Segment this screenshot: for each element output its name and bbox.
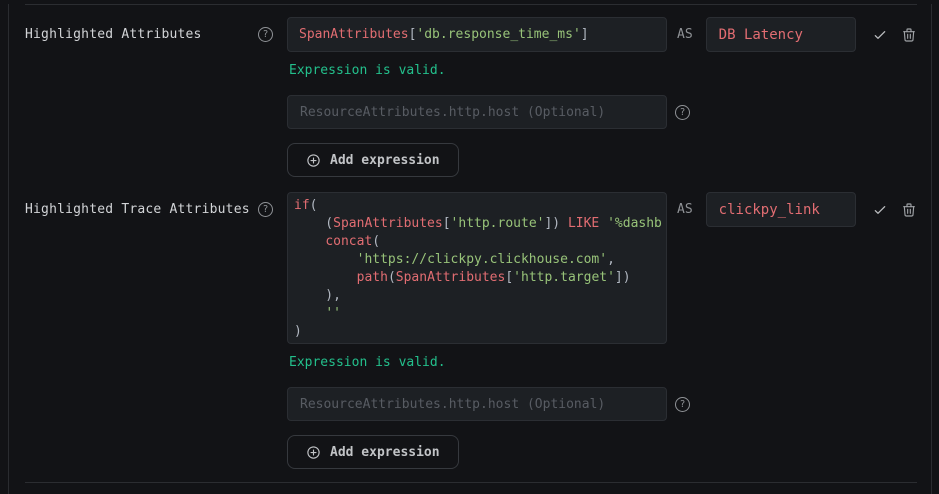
- add-expression-label: Add expression: [330, 445, 440, 460]
- add-expression-button[interactable]: Add expression: [287, 143, 459, 177]
- section-divider: [25, 482, 917, 483]
- highlighted-attributes-section: Highlighted Attributes ? SpanAttributes[…: [9, 17, 931, 177]
- alias-input[interactable]: [706, 17, 856, 52]
- optional-expression-row: ?: [287, 95, 931, 129]
- validation-message: Expression is valid.: [289, 354, 931, 371]
- validation-message: Expression is valid.: [289, 62, 931, 79]
- field-label: Highlighted Trace Attributes: [25, 202, 250, 217]
- expression-input[interactable]: SpanAttributes['db.response_time_ms']: [287, 17, 667, 52]
- expression-input[interactable]: if( (SpanAttributes['http.route']) LIKE …: [287, 192, 667, 344]
- optional-expression-input[interactable]: [287, 95, 667, 129]
- content-column: SpanAttributes['db.response_time_ms'] AS…: [287, 17, 931, 177]
- help-icon[interactable]: ?: [258, 202, 273, 217]
- circle-plus-icon: [306, 445, 321, 460]
- add-expression-label: Add expression: [330, 153, 440, 168]
- as-label: AS: [677, 17, 693, 52]
- check-icon: [872, 202, 888, 218]
- highlighted-trace-attributes-section: Highlighted Trace Attributes ? if( (Span…: [9, 192, 931, 469]
- trash-icon: [901, 202, 917, 218]
- trash-icon: [901, 27, 917, 43]
- optional-expression-input[interactable]: [287, 387, 667, 421]
- delete-button[interactable]: [901, 192, 917, 227]
- expression-row: if( (SpanAttributes['http.route']) LIKE …: [287, 192, 931, 344]
- help-icon[interactable]: ?: [258, 27, 273, 42]
- alias-input[interactable]: [706, 192, 856, 227]
- label-column: Highlighted Trace Attributes ?: [25, 192, 287, 227]
- label-column: Highlighted Attributes ?: [25, 17, 287, 52]
- field-label: Highlighted Attributes: [25, 27, 202, 42]
- circle-plus-icon: [306, 153, 321, 168]
- delete-button[interactable]: [901, 17, 917, 52]
- check-icon: [872, 27, 888, 43]
- help-icon[interactable]: ?: [675, 105, 690, 120]
- confirm-button[interactable]: [872, 17, 888, 52]
- as-label: AS: [677, 192, 693, 227]
- expression-row: SpanAttributes['db.response_time_ms'] AS: [287, 17, 931, 52]
- section-divider: [25, 4, 917, 5]
- settings-panel: Highlighted Attributes ? SpanAttributes[…: [8, 4, 932, 494]
- confirm-button[interactable]: [872, 192, 888, 227]
- optional-expression-row: ?: [287, 387, 931, 421]
- add-expression-button[interactable]: Add expression: [287, 435, 459, 469]
- help-icon[interactable]: ?: [675, 397, 690, 412]
- content-column: if( (SpanAttributes['http.route']) LIKE …: [287, 192, 931, 469]
